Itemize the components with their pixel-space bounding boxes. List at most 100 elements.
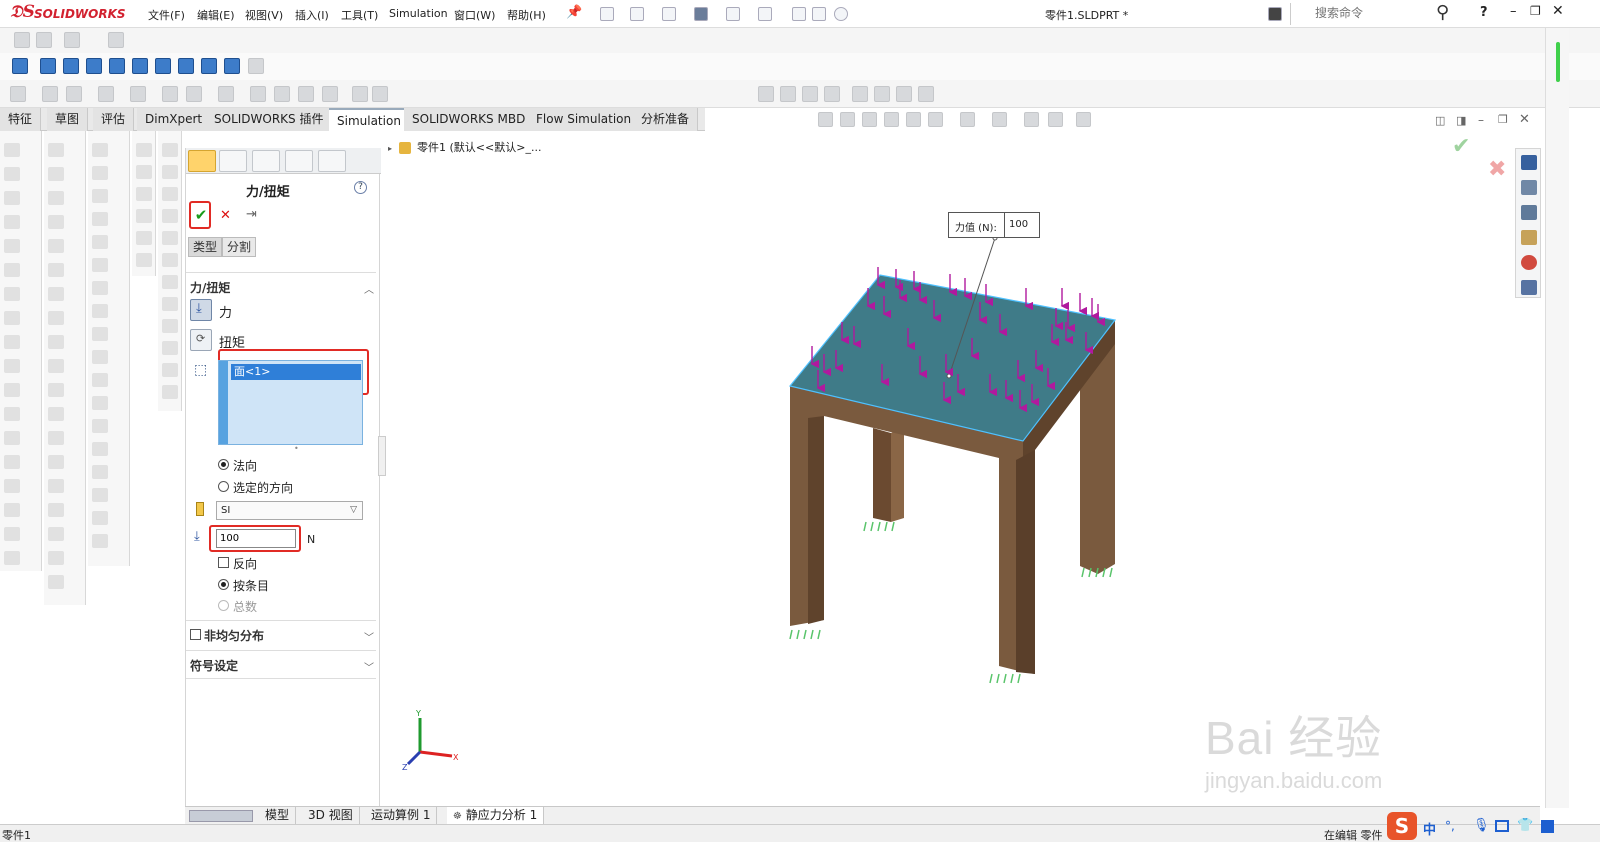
toolbar-sim-probe-icon[interactable] [802, 86, 818, 102]
command-icon[interactable] [162, 297, 178, 311]
command-icon[interactable] [92, 304, 108, 318]
command-icon[interactable] [162, 341, 178, 355]
command-icon[interactable] [48, 503, 64, 517]
toolbar-run-icon[interactable] [186, 86, 202, 102]
stool-back-leg-front[interactable] [873, 428, 891, 522]
ok-checkmark-button[interactable]: ✔ [192, 204, 210, 226]
command-icon[interactable] [4, 143, 20, 157]
command-icon[interactable] [48, 215, 64, 229]
tab-solidworks-addins[interactable]: SOLIDWORKS 插件 [206, 108, 333, 131]
reverse-direction-checkbox[interactable] [218, 557, 229, 568]
toolbar-sim-zoom-icon[interactable] [758, 86, 774, 102]
pushpin-icon[interactable]: ⇥ [246, 207, 257, 222]
command-icon[interactable] [136, 253, 152, 267]
view-tool-icon[interactable] [840, 112, 855, 127]
file-explorer-icon[interactable] [1521, 205, 1537, 220]
window-close-icon[interactable]: ✕ [1552, 3, 1564, 19]
tab-analysis-preparation[interactable]: 分析准备 [633, 108, 699, 131]
command-icon[interactable] [162, 231, 178, 245]
menu-tools[interactable]: 工具(T) [341, 7, 378, 23]
tab-flow-simulation[interactable]: Flow Simulation [528, 108, 641, 131]
command-icon[interactable] [4, 359, 20, 373]
total-radio[interactable] [218, 600, 229, 611]
tab-solidworks-mbd[interactable]: SOLIDWORKS MBD [404, 108, 535, 131]
chevron-up-icon[interactable]: ︿ [364, 281, 374, 296]
open-document-icon[interactable] [630, 7, 644, 21]
toolbar-results-icon[interactable] [218, 86, 234, 102]
help-icon[interactable]: ? [354, 181, 367, 194]
toolbar-normal-to-icon[interactable] [12, 58, 28, 74]
toolbar-sim-model-icon[interactable] [874, 86, 890, 102]
new-document-icon[interactable] [600, 7, 614, 21]
command-icon[interactable] [4, 287, 20, 301]
command-icon[interactable] [4, 335, 20, 349]
toolbar-sim-plot-icon[interactable] [824, 86, 840, 102]
command-icon[interactable] [92, 350, 108, 364]
toolbar-sim-image-icon[interactable] [852, 86, 868, 102]
tab-sketch[interactable]: 草图 [47, 108, 89, 131]
toolbar-mesh-icon[interactable] [162, 86, 178, 102]
toolbar-options-icon[interactable] [372, 86, 388, 102]
viewport-close-icon[interactable]: ✕ [1519, 112, 1530, 127]
command-icon[interactable] [48, 359, 64, 373]
toolbar-compare-icon[interactable] [274, 86, 290, 102]
tab-scroll-arrows[interactable] [189, 810, 253, 822]
force-value-input[interactable] [216, 529, 296, 548]
tab-model[interactable]: 模型 [259, 807, 297, 825]
tab-evaluate[interactable]: 评估 [93, 108, 135, 131]
command-icon[interactable] [136, 209, 152, 223]
command-icon[interactable] [4, 167, 20, 181]
toolbar-load-icon[interactable] [130, 86, 146, 102]
normal-direction-radio[interactable] [218, 459, 229, 470]
command-icon[interactable] [48, 431, 64, 445]
command-icon[interactable] [48, 455, 64, 469]
torque-option-button[interactable]: ⟳ [190, 329, 212, 351]
force-option-button[interactable]: ⤓ [190, 299, 212, 321]
dimxpert-tab-icon[interactable] [285, 150, 313, 172]
toolbar-measure-icon[interactable] [66, 86, 82, 102]
command-icon[interactable] [162, 187, 178, 201]
command-icon[interactable] [136, 143, 152, 157]
subtab-split[interactable]: 分割 [222, 237, 257, 257]
command-icon[interactable] [48, 479, 64, 493]
view-tool-icon[interactable] [928, 112, 943, 127]
menu-view[interactable]: 视图(V) [245, 7, 283, 23]
appearances-icon[interactable] [1521, 255, 1537, 270]
ime-chinese-mode[interactable]: 中 [1423, 819, 1436, 838]
property-manager-tab-icon[interactable] [188, 150, 216, 172]
fixture-group[interactable] [789, 521, 1113, 684]
tab-features[interactable]: 特征 [0, 108, 42, 131]
nonuniform-checkbox[interactable] [190, 629, 201, 640]
tile-horizontal-icon[interactable]: ◫ [1435, 114, 1445, 127]
view-trimetric-icon[interactable] [201, 58, 217, 74]
command-icon[interactable] [48, 239, 64, 253]
unit-system-select[interactable]: SI ▽ [216, 501, 363, 520]
menu-insert[interactable]: 插入(I) [295, 7, 329, 23]
command-icon[interactable] [92, 258, 108, 272]
command-icon[interactable] [48, 143, 64, 157]
command-icon[interactable] [92, 189, 108, 203]
command-icon[interactable] [162, 275, 178, 289]
command-icon[interactable] [4, 311, 20, 325]
toolbar-pencil-icon[interactable] [248, 58, 264, 74]
selected-direction-radio[interactable] [218, 481, 229, 492]
command-icon[interactable] [162, 143, 178, 157]
command-search-icon[interactable] [1268, 7, 1282, 21]
design-library-icon[interactable] [1521, 180, 1537, 195]
command-icon[interactable] [136, 187, 152, 201]
subtab-type[interactable]: 类型 [188, 237, 223, 257]
rebuild-icon[interactable] [792, 7, 806, 21]
command-icon[interactable] [162, 363, 178, 377]
viewport-minimize-icon[interactable]: – [1478, 113, 1484, 127]
command-icon[interactable] [92, 534, 108, 548]
command-icon[interactable] [4, 239, 20, 253]
keyboard-icon[interactable] [1495, 820, 1509, 832]
toolbar-sim-list-icon[interactable] [780, 86, 796, 102]
command-icon[interactable] [4, 479, 20, 493]
command-icon[interactable] [92, 235, 108, 249]
per-item-radio[interactable] [218, 579, 229, 590]
view-isometric-icon[interactable] [178, 58, 194, 74]
command-icon[interactable] [4, 455, 20, 469]
command-icon[interactable] [92, 143, 108, 157]
command-icon[interactable] [4, 215, 20, 229]
